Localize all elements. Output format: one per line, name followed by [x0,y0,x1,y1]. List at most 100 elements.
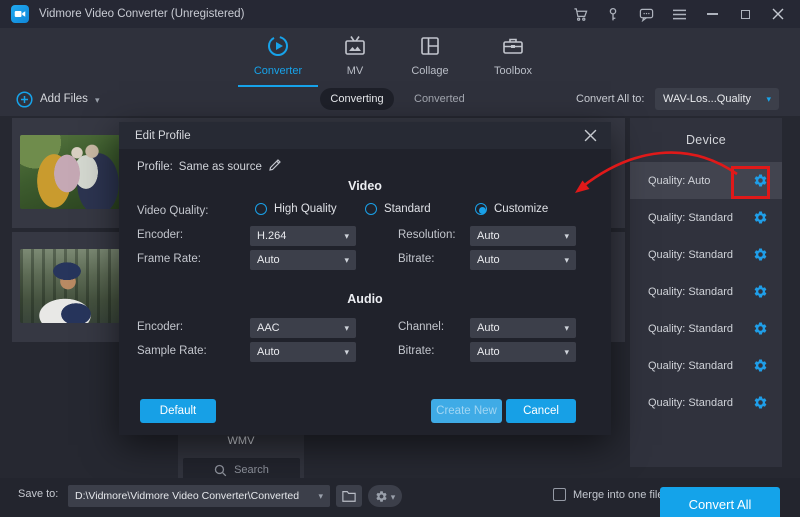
video-bitrate-label: Bitrate: [398,253,434,265]
radio-circle [365,203,377,215]
tab-converted[interactable]: Converted [414,93,465,105]
add-files-label: Add Files [40,93,88,105]
cancel-button[interactable]: Cancel [506,399,576,423]
merge-label: Merge into one file [573,489,664,501]
video-encoder-label: Encoder: [137,229,183,241]
video-thumbnail-2 [20,249,120,323]
profile-item-quality-standard[interactable]: Quality: Standard [630,310,782,347]
save-to-label: Save to: [18,488,58,500]
radio-circle [475,203,487,215]
create-new-button[interactable]: Create New [431,399,502,423]
radio-label: Customize [494,203,548,215]
default-button[interactable]: Default [140,399,216,423]
select-value: Auto [477,254,500,266]
radio-standard[interactable]: Standard [365,203,431,215]
select-value: AAC [257,322,280,334]
search-icon [214,464,227,477]
tab-converting[interactable]: Converting [320,88,394,110]
chevron-down-icon [564,230,569,242]
feedback-icon[interactable] [638,6,654,22]
tab-toolbox[interactable]: Toolbox [473,34,553,77]
frame-rate-select[interactable]: Auto [250,250,356,270]
radio-label: Standard [384,203,431,215]
gear-icon[interactable] [753,395,768,410]
tab-mv-label: MV [315,65,395,77]
gear-icon[interactable] [753,284,768,299]
video-bitrate-select[interactable]: Auto [470,250,576,270]
chevron-down-icon [344,254,349,266]
minimize-icon[interactable] [704,6,720,22]
register-key-icon[interactable] [605,6,621,22]
profile-item-quality-standard[interactable]: Quality: Standard [630,236,782,273]
resolution-label: Resolution: [398,229,456,241]
chevron-down-icon [318,490,323,502]
plus-circle-icon [16,91,33,108]
radio-high-quality[interactable]: High Quality [255,203,337,215]
maximize-icon[interactable] [737,6,753,22]
gear-icon[interactable] [753,173,768,188]
save-path-value: D:\Vidmore\Vidmore Video Converter\Conve… [75,490,299,502]
sample-rate-label: Sample Rate: [137,345,207,357]
search-placeholder: Search [234,464,269,476]
open-folder-button[interactable] [336,485,362,507]
audio-bitrate-select[interactable]: Auto [470,342,576,362]
gear-icon[interactable] [753,210,768,225]
chevron-down-icon[interactable] [95,92,100,106]
audio-encoder-select[interactable]: AAC [250,318,356,338]
dialog-header: Edit Profile [119,122,611,149]
radio-label: High Quality [274,203,337,215]
chevron-down-icon [564,346,569,358]
convert-all-to-label: Convert All to: [576,93,644,105]
profile-row: Profile: Same as source [137,158,282,175]
collage-icon [418,47,442,61]
video-thumbnail-1 [20,135,120,209]
chevron-down-icon [564,254,569,266]
save-path-select[interactable]: D:\Vidmore\Vidmore Video Converter\Conve… [68,485,330,507]
profile-item-quality-standard[interactable]: Quality: Standard [630,273,782,310]
merge-checkbox[interactable] [553,488,566,501]
convert-all-button[interactable]: Convert All [660,487,780,517]
gear-icon[interactable] [753,358,768,373]
tab-mv[interactable]: MV [315,34,395,77]
edit-pencil-icon[interactable] [268,158,282,175]
audio-bitrate-label: Bitrate: [398,345,434,357]
profile-item-label: Quality: Auto [648,175,710,187]
video-section-heading: Video [119,179,611,193]
profile-value: Same as source [179,161,262,173]
tab-converter[interactable]: Converter [238,34,318,77]
profile-item-quality-standard[interactable]: Quality: Standard [630,384,782,421]
profile-item-quality-standard[interactable]: Quality: Standard [630,199,782,236]
profile-item-quality-auto[interactable]: Quality: Auto [630,162,782,199]
gear-icon[interactable] [753,321,768,336]
convert-all-to-value: WAV-Los...Quality [663,93,751,105]
select-value: Auto [257,254,280,266]
tab-toolbox-label: Toolbox [473,65,553,77]
profile-item-quality-standard[interactable]: Quality: Standard [630,347,782,384]
cart-icon[interactable] [572,6,588,22]
dialog-close-icon[interactable] [584,129,597,142]
frame-rate-label: Frame Rate: [137,253,201,265]
tab-collage[interactable]: Collage [390,34,470,77]
profile-item-label: Quality: Standard [648,212,733,224]
chevron-down-icon [344,230,349,242]
resolution-select[interactable]: Auto [470,226,576,246]
convert-all-to-select[interactable]: WAV-Los...Quality [655,88,779,110]
video-quality-label: Video Quality: [137,205,208,217]
chevron-down-icon [564,322,569,334]
select-value: H.264 [257,230,286,242]
close-icon[interactable] [770,6,786,22]
gear-icon[interactable] [753,247,768,262]
menu-icon[interactable] [671,6,687,22]
chevron-down-icon [766,93,771,105]
mv-icon [343,47,367,61]
select-value: Auto [477,322,500,334]
channel-select[interactable]: Auto [470,318,576,338]
radio-customize[interactable]: Customize [475,203,548,215]
channel-label: Channel: [398,321,444,333]
add-files-button[interactable]: Add Files [16,88,99,110]
settings-button[interactable] [368,485,402,507]
chevron-down-icon [391,489,396,503]
edit-profile-dialog: Edit Profile Profile: Same as source Vid… [119,122,611,435]
video-encoder-select[interactable]: H.264 [250,226,356,246]
sample-rate-select[interactable]: Auto [250,342,356,362]
